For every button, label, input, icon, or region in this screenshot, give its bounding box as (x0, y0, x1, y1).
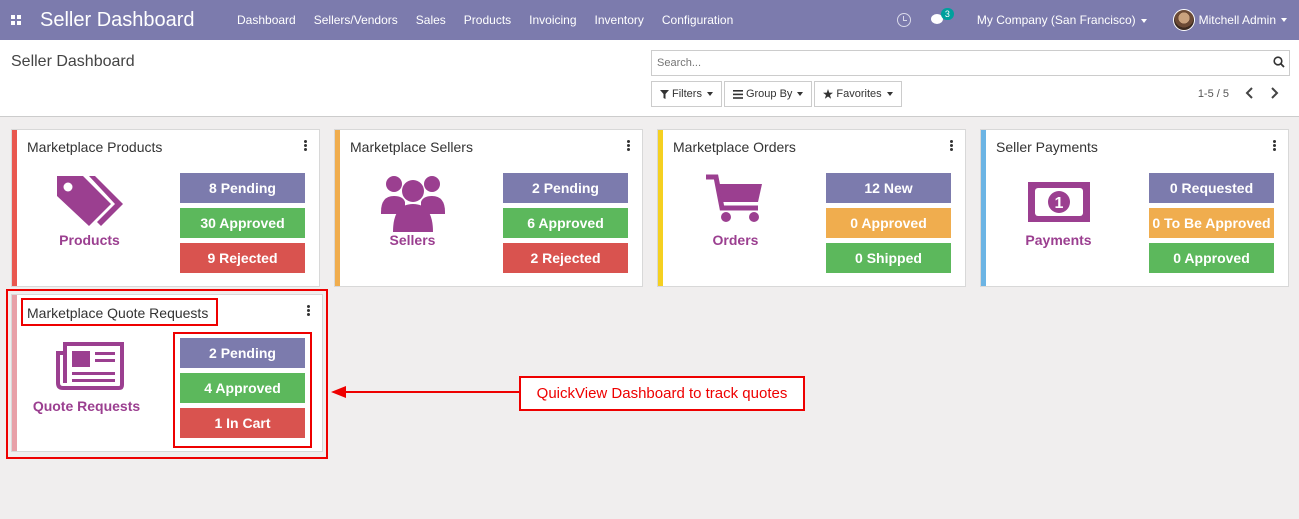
company-switcher[interactable]: My Company (San Francisco) (977, 13, 1147, 27)
svg-text:1: 1 (1055, 195, 1064, 212)
messaging-icon[interactable]: 3 (930, 8, 954, 26)
card-title: Marketplace Orders (673, 139, 796, 155)
card-title: Marketplace Products (27, 139, 163, 155)
card-label[interactable]: Orders (678, 232, 793, 248)
top-navbar: Seller Dashboard Dashboard Sellers/Vendo… (0, 0, 1299, 40)
card-title: Seller Payments (996, 139, 1098, 155)
search-options: Filters Group By Favorites (651, 81, 902, 107)
app-title: Seller Dashboard (40, 8, 195, 31)
pager-value[interactable]: 1-5 / 5 (1198, 88, 1229, 100)
card-marketplace-sellers: Marketplace Sellers Sellers 2 Pending 6 … (334, 129, 643, 287)
list-icon (732, 89, 743, 99)
stat-button[interactable]: 30 Approved (180, 208, 305, 238)
control-panel: Seller Dashboard Filters Group By Favori… (0, 40, 1299, 117)
card-marketplace-orders: Marketplace Orders Orders 12 New 0 Appro… (657, 129, 966, 287)
stat-button[interactable]: 2 Pending (503, 173, 628, 203)
stat-button[interactable]: 0 To Be Approved (1149, 208, 1274, 238)
card-accent-strip (335, 130, 340, 286)
stat-button[interactable]: 8 Pending (180, 173, 305, 203)
activity-clock-icon[interactable] (896, 13, 911, 27)
apps-menu-icon[interactable] (0, 0, 25, 40)
search-input[interactable] (652, 51, 1252, 75)
search-box (651, 50, 1290, 76)
chevron-right-icon[interactable] (1269, 86, 1279, 100)
stat-button[interactable]: 6 Approved (503, 208, 628, 238)
annotation-outline-title (21, 298, 218, 326)
card-accent-strip (12, 130, 17, 286)
menu-configuration[interactable]: Configuration (653, 0, 742, 40)
stat-button[interactable]: 0 Requested (1149, 173, 1274, 203)
stat-button[interactable]: 0 Approved (1149, 243, 1274, 273)
kebab-menu-icon[interactable] (950, 140, 953, 152)
card-accent-strip (658, 130, 663, 286)
breadcrumb: Seller Dashboard (11, 53, 135, 70)
user-menu[interactable]: Mitchell Admin (1172, 9, 1287, 31)
menu-sellers-vendors[interactable]: Sellers/Vendors (305, 0, 407, 40)
kebab-menu-icon[interactable] (627, 140, 630, 152)
menu-products[interactable]: Products (455, 0, 520, 40)
card-seller-payments: Seller Payments 1 Payments 0 Requested 0… (980, 129, 1289, 287)
caret-down-icon (886, 92, 893, 96)
stat-button[interactable]: 0 Shipped (826, 243, 951, 273)
avatar (1172, 9, 1195, 31)
caret-down-icon (706, 92, 713, 96)
kebab-menu-icon[interactable] (1273, 140, 1276, 152)
chat-count-badge: 3 (940, 8, 954, 20)
stat-button[interactable]: 12 New (826, 173, 951, 203)
stat-button[interactable]: 9 Rejected (180, 243, 305, 273)
card-title: Marketplace Sellers (350, 139, 473, 155)
stats-list: 8 Pending 30 Approved 9 Rejected (180, 173, 305, 278)
annotation-callout: QuickView Dashboard to track quotes (519, 376, 805, 411)
search-icon[interactable] (1273, 56, 1285, 68)
stats-list: 12 New 0 Approved 0 Shipped (826, 173, 951, 278)
main-menu: Dashboard Sellers/Vendors Sales Products… (228, 0, 742, 40)
card-label[interactable]: Payments (1001, 232, 1116, 248)
card-label[interactable]: Sellers (355, 232, 470, 248)
user-name: Mitchell Admin (1198, 13, 1276, 27)
menu-inventory[interactable]: Inventory (586, 0, 653, 40)
stat-button[interactable]: 2 Rejected (503, 243, 628, 273)
caret-down-icon (1281, 18, 1287, 22)
filter-icon (660, 89, 669, 99)
favorites-label: Favorites (836, 88, 882, 100)
group-by-button[interactable]: Group By (723, 81, 813, 107)
filters-button[interactable]: Filters (651, 81, 722, 107)
group-by-label: Group By (745, 88, 793, 100)
caret-down-icon (1140, 18, 1147, 23)
kebab-menu-icon[interactable] (304, 140, 307, 152)
menu-invoicing[interactable]: Invoicing (520, 0, 585, 40)
arrow-left-icon (331, 386, 346, 398)
menu-sales[interactable]: Sales (407, 0, 455, 40)
filters-label: Filters (672, 88, 702, 100)
card-marketplace-products: Marketplace Products Products 8 Pending … (11, 129, 320, 287)
menu-dashboard[interactable]: Dashboard (228, 0, 305, 40)
card-label[interactable]: Products (32, 232, 147, 248)
company-name: My Company (San Francisco) (976, 13, 1136, 27)
annotation-outline-stats (173, 332, 312, 448)
caret-down-icon (797, 92, 804, 96)
stats-list: 2 Pending 6 Approved 2 Rejected (503, 173, 628, 278)
favorites-button[interactable]: Favorites (814, 81, 902, 107)
stat-button[interactable]: 0 Approved (826, 208, 951, 238)
chevron-left-icon[interactable] (1245, 86, 1255, 100)
card-accent-strip (981, 130, 986, 286)
navbar-right: 3 My Company (San Francisco) Mitchell Ad… (896, 0, 1299, 40)
annotation-arrow (345, 391, 519, 393)
star-icon (823, 89, 834, 99)
stats-list: 0 Requested 0 To Be Approved 0 Approved (1149, 173, 1274, 278)
